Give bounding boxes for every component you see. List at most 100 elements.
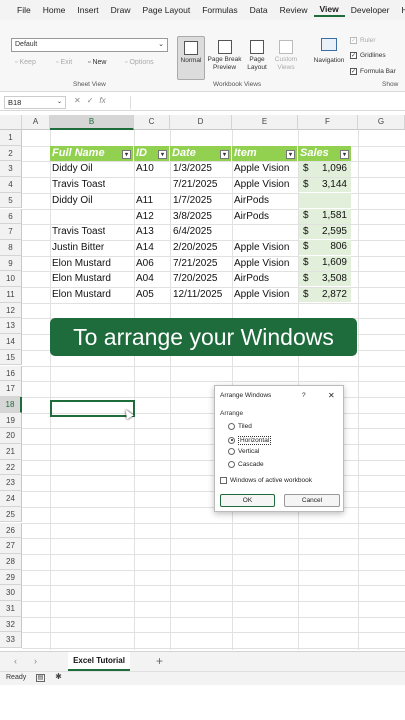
menu-item-review[interactable]: Review — [274, 5, 314, 15]
ok-button[interactable]: OK — [220, 494, 275, 507]
table-cell[interactable]: Diddy Oil — [52, 161, 93, 177]
custom-views-button[interactable]: Custom Views — [272, 36, 300, 80]
row-header-7[interactable]: 7 — [0, 224, 22, 240]
table-cell[interactable]: Justin Bitter — [52, 240, 104, 256]
row-header-17[interactable]: 17 — [0, 381, 22, 397]
table-cell[interactable]: A05 — [136, 287, 154, 303]
navigation-button[interactable]: Navigation — [310, 36, 348, 76]
row-header-20[interactable]: 20 — [0, 428, 22, 444]
menu-item-home[interactable]: Home — [37, 5, 72, 15]
menu-item-draw[interactable]: Draw — [105, 5, 137, 15]
select-all-corner[interactable] — [0, 115, 22, 130]
table-cell[interactable]: A06 — [136, 256, 154, 272]
sales-cell[interactable]: $2,872 — [299, 287, 351, 303]
cell-mode-icon[interactable]: ▤ — [36, 674, 45, 682]
row-header-22[interactable]: 22 — [0, 459, 22, 476]
table-cell[interactable]: 7/21/2025 — [173, 256, 218, 272]
table-cell[interactable]: Elon Mustard — [52, 256, 111, 272]
page-layout-button[interactable]: Page Layout — [244, 36, 270, 80]
row-header-21[interactable]: 21 — [0, 444, 22, 460]
row-header-25[interactable]: 25 — [0, 506, 22, 523]
table-header-cell[interactable]: Sales ▾ — [298, 146, 351, 161]
column-header-e[interactable]: E — [232, 115, 298, 130]
table-cell[interactable]: Travis Toast — [52, 224, 105, 240]
keep-button[interactable]: ▫ Keep — [15, 59, 36, 66]
table-header-cell[interactable]: ID ▾ — [134, 146, 169, 161]
gridlines-checkbox[interactable]: ✓ Gridlines — [350, 52, 386, 59]
sales-cell[interactable]: $806 — [299, 240, 351, 256]
row-header-6[interactable]: 6 — [0, 208, 22, 225]
ruler-checkbox[interactable]: ✓ Ruler — [350, 37, 376, 44]
sales-cell[interactable]: $3,508 — [299, 271, 351, 287]
row-header-30[interactable]: 30 — [0, 585, 22, 601]
table-cell[interactable]: Elon Mustard — [52, 271, 111, 287]
selected-cell[interactable] — [50, 400, 135, 417]
radio-cascade[interactable]: Cascade — [228, 461, 264, 469]
row-header-18[interactable]: 18 — [0, 396, 22, 413]
page-break-preview-button[interactable]: Page Break Preview — [207, 36, 242, 80]
row-header-33[interactable]: 33 — [0, 632, 22, 649]
table-cell[interactable]: A11 — [136, 193, 153, 209]
help-icon[interactable]: ? — [302, 392, 306, 399]
sales-cell[interactable]: $1,609 — [299, 256, 351, 271]
table-cell[interactable]: 3/8/2025 — [173, 209, 212, 225]
menu-item-file[interactable]: File — [11, 5, 37, 15]
menu-item-view[interactable]: View — [313, 4, 345, 17]
table-cell[interactable]: 1/7/2025 — [173, 193, 212, 209]
table-cell[interactable]: AirPods — [234, 209, 269, 225]
filter-dropdown-icon[interactable]: ▾ — [158, 150, 167, 160]
column-header-d[interactable]: D — [170, 115, 232, 130]
row-header-31[interactable]: 31 — [0, 601, 22, 617]
radio-vertical[interactable]: Vertical — [228, 448, 259, 456]
enter-icon[interactable]: ✓ — [87, 96, 94, 105]
name-box[interactable]: B18 ⌄ — [4, 96, 66, 109]
table-cell[interactable]: Travis Toast — [52, 177, 105, 193]
active-workbook-checkbox[interactable]: Windows of active workbook — [220, 477, 312, 484]
row-header-24[interactable]: 24 — [0, 491, 22, 507]
table-cell[interactable]: Apple Vision — [234, 287, 289, 303]
row-header-14[interactable]: 14 — [0, 334, 22, 350]
filter-dropdown-icon[interactable]: ▾ — [220, 150, 229, 160]
column-header-b[interactable]: B — [50, 115, 134, 130]
row-header-26[interactable]: 26 — [0, 522, 22, 539]
menu-item-page-layout[interactable]: Page Layout — [137, 5, 197, 15]
row-header-29[interactable]: 29 — [0, 569, 22, 586]
menu-item-help[interactable]: Help — [395, 5, 405, 15]
table-header-cell[interactable]: Date ▾ — [170, 146, 231, 161]
sales-cell[interactable]: $2,595 — [299, 224, 351, 240]
table-cell[interactable]: 12/11/2025 — [173, 287, 222, 303]
close-icon[interactable]: ✕ — [328, 391, 335, 400]
row-header-13[interactable]: 13 — [0, 318, 22, 335]
table-cell[interactable]: A14 — [136, 240, 154, 256]
column-header-g[interactable]: G — [358, 115, 405, 130]
accessibility-icon[interactable]: ✱ — [54, 673, 63, 682]
table-cell[interactable]: Diddy Oil — [52, 193, 93, 209]
row-header-4[interactable]: 4 — [0, 177, 22, 193]
table-cell[interactable]: A10 — [136, 161, 154, 177]
row-header-9[interactable]: 9 — [0, 255, 22, 272]
row-header-11[interactable]: 11 — [0, 287, 22, 303]
row-header-28[interactable]: 28 — [0, 553, 22, 570]
row-header-10[interactable]: 10 — [0, 271, 22, 287]
sheet-tab[interactable]: Excel Tutorial — [68, 652, 130, 671]
column-header-c[interactable]: C — [134, 115, 170, 130]
row-header-32[interactable]: 32 — [0, 616, 22, 633]
row-header-1[interactable]: 1 — [0, 130, 22, 146]
table-cell[interactable]: Apple Vision — [234, 256, 289, 272]
table-cell[interactable]: 7/21/2025 — [173, 177, 218, 193]
formula-bar-checkbox[interactable]: ✓ Formula Bar — [350, 68, 396, 75]
sales-cell[interactable] — [299, 193, 351, 208]
menu-item-data[interactable]: Data — [244, 5, 274, 15]
sheet-view-dropdown[interactable]: Default ⌄ — [11, 38, 168, 52]
filter-dropdown-icon[interactable]: ▾ — [340, 150, 349, 160]
menu-item-developer[interactable]: Developer — [345, 5, 396, 15]
exit-button[interactable]: ▫ Exit — [56, 59, 72, 66]
row-header-5[interactable]: 5 — [0, 192, 22, 209]
table-header-cell[interactable]: Full Name ▾ — [50, 146, 133, 161]
menu-item-insert[interactable]: Insert — [71, 5, 104, 15]
menu-item-formulas[interactable]: Formulas — [196, 5, 243, 15]
table-cell[interactable]: A04 — [136, 271, 154, 287]
row-header-12[interactable]: 12 — [0, 302, 22, 319]
table-cell[interactable]: 7/20/2025 — [173, 271, 218, 287]
table-cell[interactable]: AirPods — [234, 193, 269, 209]
